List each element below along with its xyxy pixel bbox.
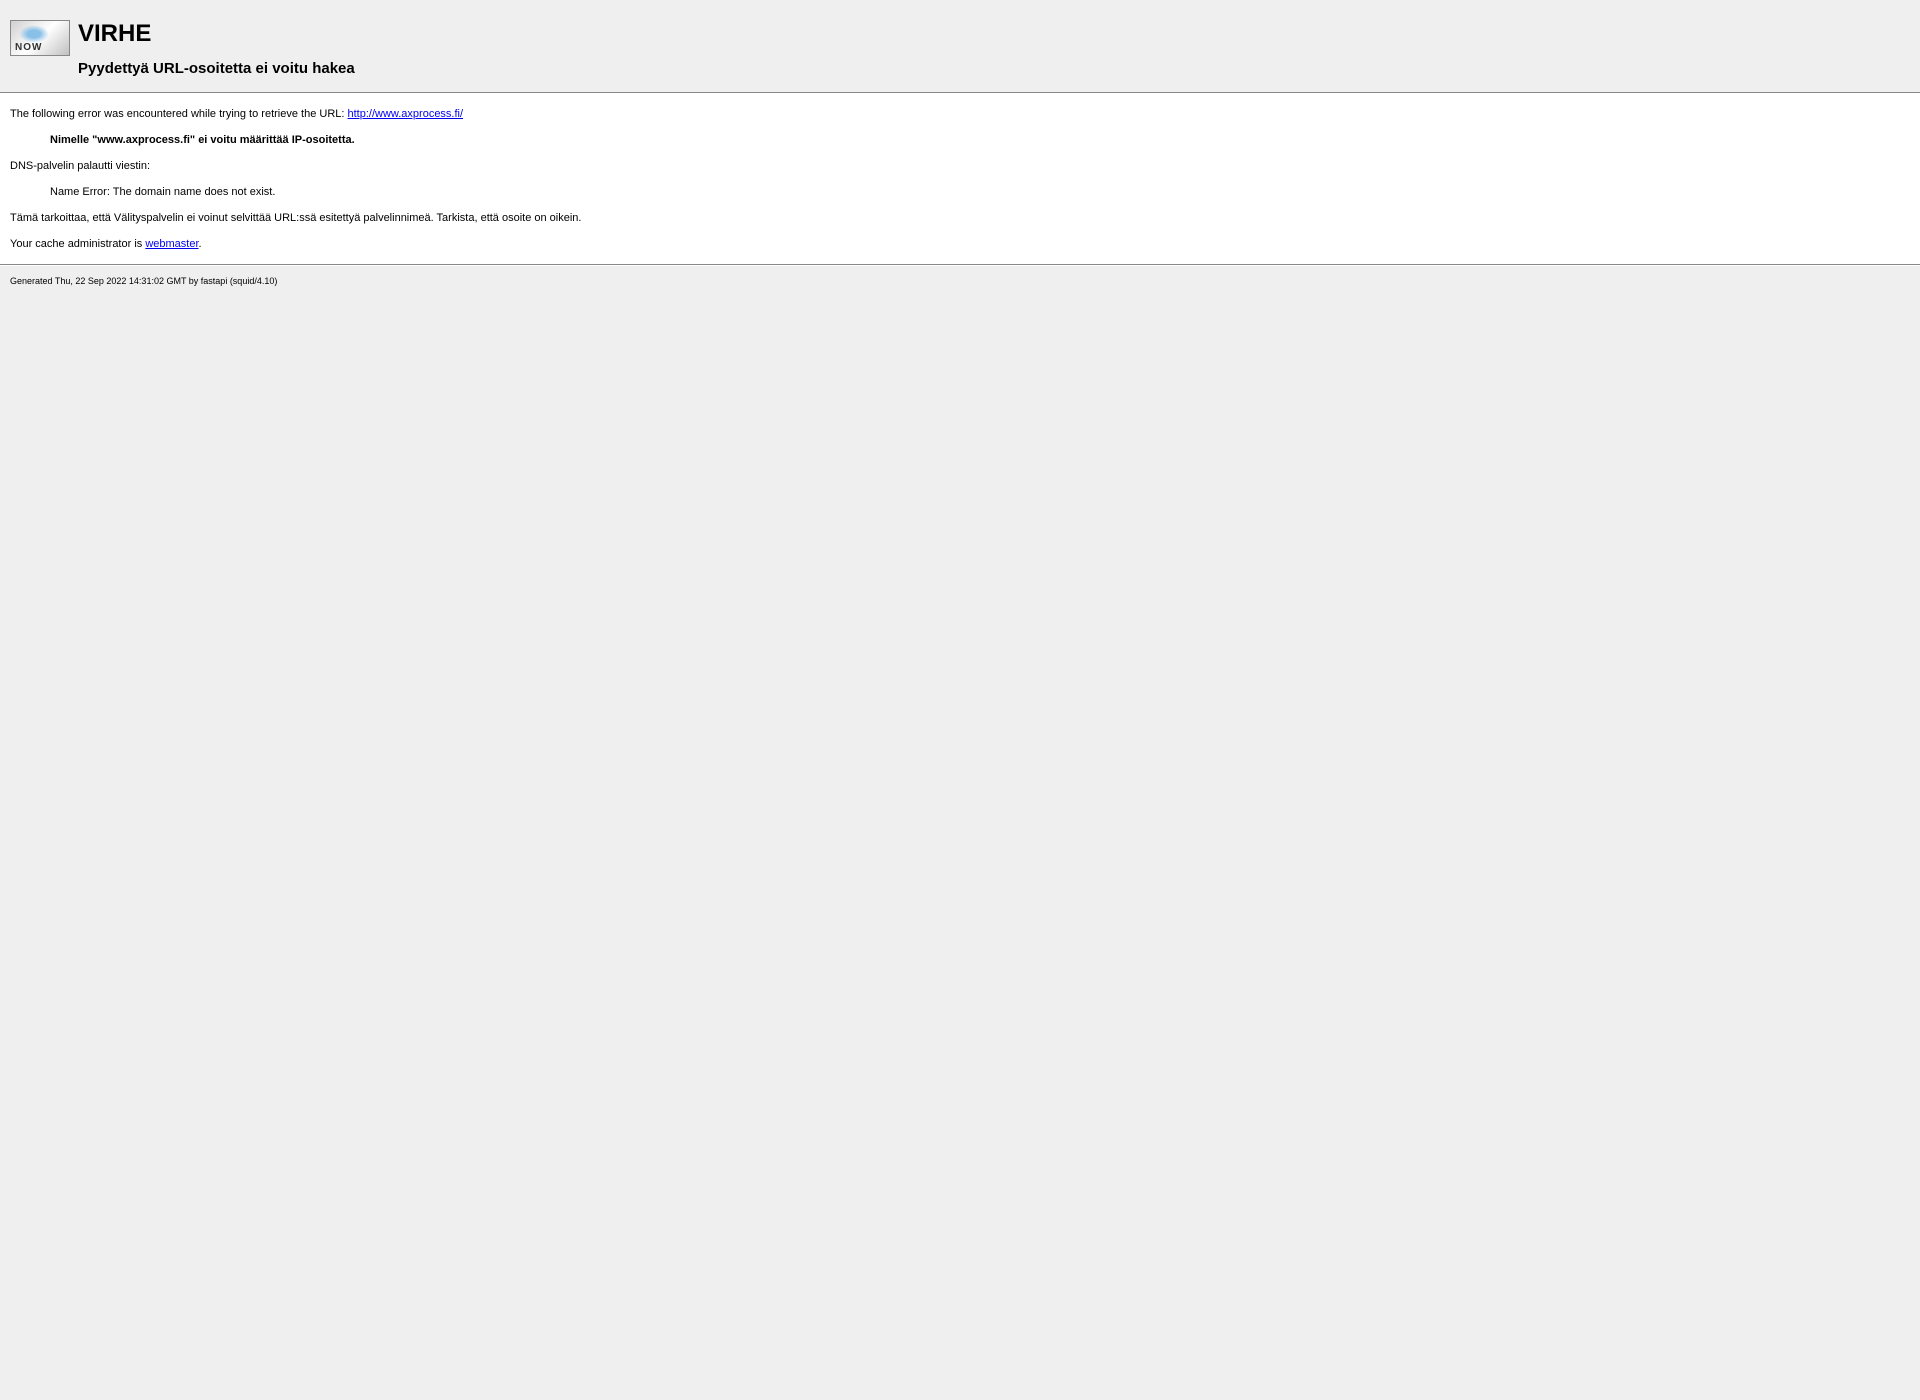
error-detail-text: Nimelle "www.axprocess.fi" ei voitu määr… (50, 134, 1910, 146)
generated-timestamp: Generated Thu, 22 Sep 2022 14:31:02 GMT … (10, 276, 1910, 286)
error-intro-text: The following error was encountered whil… (10, 108, 1910, 120)
admin-prefix: Your cache administrator is (10, 238, 145, 250)
squid-now-icon (10, 20, 70, 56)
error-header: VIRHE Pyydettyä URL-osoitetta ei voitu h… (0, 0, 1920, 92)
error-title: VIRHE (78, 20, 355, 48)
admin-period: . (199, 238, 202, 250)
dns-error-text: Name Error: The domain name does not exi… (50, 186, 1910, 198)
webmaster-link[interactable]: webmaster (145, 238, 198, 250)
error-content: The following error was encountered whil… (0, 94, 1920, 264)
error-footer: Generated Thu, 22 Sep 2022 14:31:02 GMT … (0, 266, 1920, 296)
admin-info-text: Your cache administrator is webmaster. (10, 238, 1910, 250)
failed-url-link[interactable]: http://www.axprocess.fi/ (348, 108, 464, 120)
error-subtitle: Pyydettyä URL-osoitetta ei voitu hakea (78, 60, 355, 77)
header-text-container: VIRHE Pyydettyä URL-osoitetta ei voitu h… (78, 20, 355, 77)
intro-text: The following error was encountered whil… (10, 108, 348, 120)
error-explanation: Tämä tarkoittaa, että Välityspalvelin ei… (10, 212, 1910, 224)
dns-message-label: DNS-palvelin palautti viestin: (10, 160, 1910, 172)
